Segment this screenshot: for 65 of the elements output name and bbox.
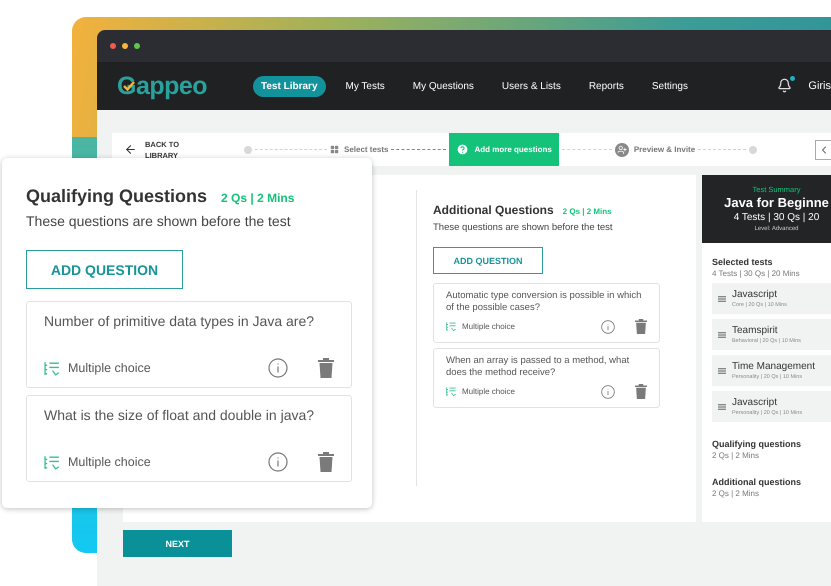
bell-icon[interactable] [777, 78, 792, 94]
multiple-choice-icon [446, 321, 457, 332]
nav-item[interactable]: My Questions [404, 76, 482, 96]
question-text: Automatic type conversion is possible in which of the possible cases? [446, 290, 642, 314]
next-button[interactable]: NEXT [123, 530, 232, 557]
maximize-dot[interactable] [134, 43, 140, 49]
nav-item[interactable]: Test Library [253, 76, 326, 96]
selected-tests-meta: 4 Tests | 30 Qs | 20 Mins [712, 269, 801, 278]
question-text: What is the size of float and double in java? [44, 406, 316, 425]
section-title: Additional Questions [433, 203, 554, 217]
trash-icon[interactable] [318, 452, 334, 472]
trash-icon[interactable] [318, 358, 334, 378]
info-icon[interactable] [601, 384, 615, 398]
summary-section-title: Qualifying questions [712, 439, 802, 449]
nav-item[interactable]: My Tests [338, 76, 393, 96]
trash-icon[interactable] [635, 319, 647, 334]
test-name: Time Management [732, 361, 815, 372]
summary-section-meta: 2 Qs | 2 Mins [712, 489, 760, 498]
multiple-choice-icon [44, 454, 61, 470]
step-tab[interactable]: Preview & Invite [614, 133, 696, 166]
section-meta: 2 Qs | 2 Mins [562, 207, 612, 216]
multiple-choice-icon [446, 386, 457, 397]
multiple-choice-icon [44, 360, 61, 376]
section-meta: 2 Qs | 2 Mins [221, 191, 294, 205]
question-type: Multiple choice [68, 455, 152, 469]
drag-handle-icon[interactable] [718, 296, 726, 302]
question-type: Multiple choice [462, 322, 516, 331]
stepper-start-dot [244, 146, 252, 154]
nav-item[interactable]: Reports [580, 76, 632, 96]
person-add-icon [614, 142, 629, 156]
close-dot[interactable] [110, 43, 116, 49]
section-subtitle: These questions are shown before the test [26, 213, 292, 229]
logo: Gappeo [117, 72, 208, 100]
add-question-button[interactable]: ADD QUESTION [26, 250, 183, 289]
test-name: Teamspirit [732, 325, 779, 336]
drag-handle-icon[interactable] [718, 368, 726, 374]
trash-icon[interactable] [635, 384, 647, 399]
grid-icon [330, 145, 339, 154]
question-type: Multiple choice [462, 387, 516, 396]
selected-tests-title: Selected tests [712, 257, 774, 267]
info-icon[interactable] [601, 320, 615, 334]
summary-title: Java for Beginne [724, 195, 829, 210]
section-title: Qualifying Questions [26, 186, 208, 207]
add-question-button[interactable]: ADD QUESTION [433, 247, 543, 274]
test-name: Javascript [732, 397, 778, 408]
section-subtitle: These questions are shown before the test [433, 222, 614, 233]
drag-handle-icon[interactable] [718, 404, 726, 410]
stepper-end-dot [749, 146, 758, 154]
question-text: When an array is passed to a method, what does the method receive? [446, 355, 630, 379]
summary-section-meta: 2 Qs | 2 Mins [712, 451, 760, 460]
summary-stats: 4 Tests | 30 Qs | 20 [734, 212, 820, 223]
nav-item[interactable]: Users & Lists [494, 76, 569, 96]
question-type: Multiple choice [68, 361, 152, 375]
minimize-dot[interactable] [122, 43, 128, 49]
question-text: Number of primitive data types in Java are? [44, 312, 316, 331]
arrow-left-icon [124, 143, 137, 156]
drag-handle-icon[interactable] [718, 332, 726, 338]
collapse-button[interactable] [815, 140, 831, 160]
summary-section-title: Additional questions [712, 477, 802, 487]
help-icon [456, 143, 470, 156]
test-name: Javascript [732, 289, 778, 300]
user-name[interactable]: Giris [808, 80, 831, 92]
nav-item[interactable]: Settings [644, 76, 696, 96]
info-icon[interactable] [268, 358, 288, 378]
info-icon[interactable] [268, 452, 288, 472]
